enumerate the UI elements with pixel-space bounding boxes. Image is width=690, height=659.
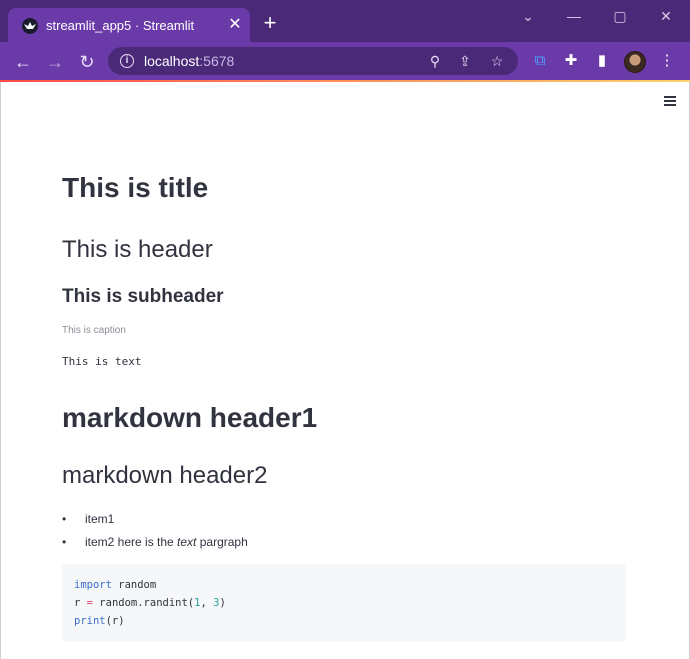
extensions-puzzle-icon[interactable]: ✚ <box>561 51 581 71</box>
url-host: localhost <box>144 53 200 69</box>
maximize-button[interactable]: ▢ <box>606 6 634 26</box>
code-line: r = random.randint(1, 3) <box>74 594 614 612</box>
new-tab-button[interactable]: + <box>260 12 280 34</box>
plain-text: This is text <box>62 355 142 368</box>
code-text: random <box>111 579 157 591</box>
tab-search-chevron-icon[interactable]: ⌄ <box>514 6 542 26</box>
list-item-text: item1 <box>85 512 115 526</box>
tab-title: streamlit_app5 · Streamlit <box>46 18 195 33</box>
tab-close-icon[interactable]: ✕ <box>226 16 244 34</box>
browser-menu-icon[interactable]: ⋮ <box>657 51 677 71</box>
share-icon[interactable]: ⇪ <box>456 52 474 70</box>
reload-button[interactable]: ↻ <box>76 51 98 73</box>
code-text: r <box>74 597 87 609</box>
hamburger-menu-icon[interactable] <box>664 96 676 106</box>
caption-text: This is caption <box>62 325 126 336</box>
side-panel-icon[interactable]: ▮ <box>592 51 612 71</box>
zoom-icon[interactable]: ⚲ <box>426 52 444 70</box>
code-line: print(r) <box>74 612 614 630</box>
code-block: import random r = random.randint(1, 3) p… <box>62 564 626 642</box>
minimize-button[interactable]: — <box>560 6 588 26</box>
bullet-list: item1 item2 here is the text pargraph <box>62 512 248 558</box>
bookmark-star-icon[interactable]: ☆ <box>488 52 506 70</box>
list-item-emphasis: text <box>177 535 197 549</box>
page-subheader: This is subheader <box>62 286 224 307</box>
list-item: item1 <box>62 512 248 535</box>
profile-avatar[interactable] <box>624 51 646 73</box>
forward-button[interactable]: → <box>44 51 66 73</box>
translate-extension-icon[interactable]: ⧉ <box>530 51 550 71</box>
code-keyword: print <box>74 615 106 627</box>
list-item-suffix: pargraph <box>196 535 248 549</box>
url-port: :5678 <box>199 53 235 69</box>
markdown-header1: markdown header1 <box>62 402 318 433</box>
close-window-button[interactable]: ✕ <box>652 6 680 26</box>
code-text: random.randint( <box>92 597 195 609</box>
list-item: item2 here is the text pargraph <box>62 535 248 558</box>
code-text: (r) <box>105 615 125 627</box>
code-text: , <box>200 597 214 609</box>
page-header: This is header <box>62 236 213 263</box>
back-button[interactable]: ← <box>12 51 34 73</box>
page-title: This is title <box>62 172 209 203</box>
code-keyword: import <box>74 579 112 591</box>
url-text[interactable]: localhost:5678 <box>144 53 234 69</box>
browser-tab[interactable]: streamlit_app5 · Streamlit ✕ <box>8 8 250 42</box>
streamlit-favicon-icon <box>22 18 38 34</box>
markdown-header2: markdown header2 <box>62 462 268 489</box>
code-text: ) <box>219 597 226 609</box>
site-info-icon[interactable]: i <box>120 54 134 68</box>
list-item-prefix: item2 here is the <box>85 535 178 549</box>
browser-toolbar: ← → ↻ i localhost:5678 ⚲ ⇪ ☆ ⧉ ✚ ▮ ⋮ <box>0 42 690 80</box>
address-bar[interactable]: i localhost:5678 ⚲ ⇪ ☆ <box>108 47 518 75</box>
browser-title-bar: streamlit_app5 · Streamlit ✕ + ⌄ — ▢ ✕ <box>0 0 690 42</box>
code-line: import random <box>74 576 614 594</box>
